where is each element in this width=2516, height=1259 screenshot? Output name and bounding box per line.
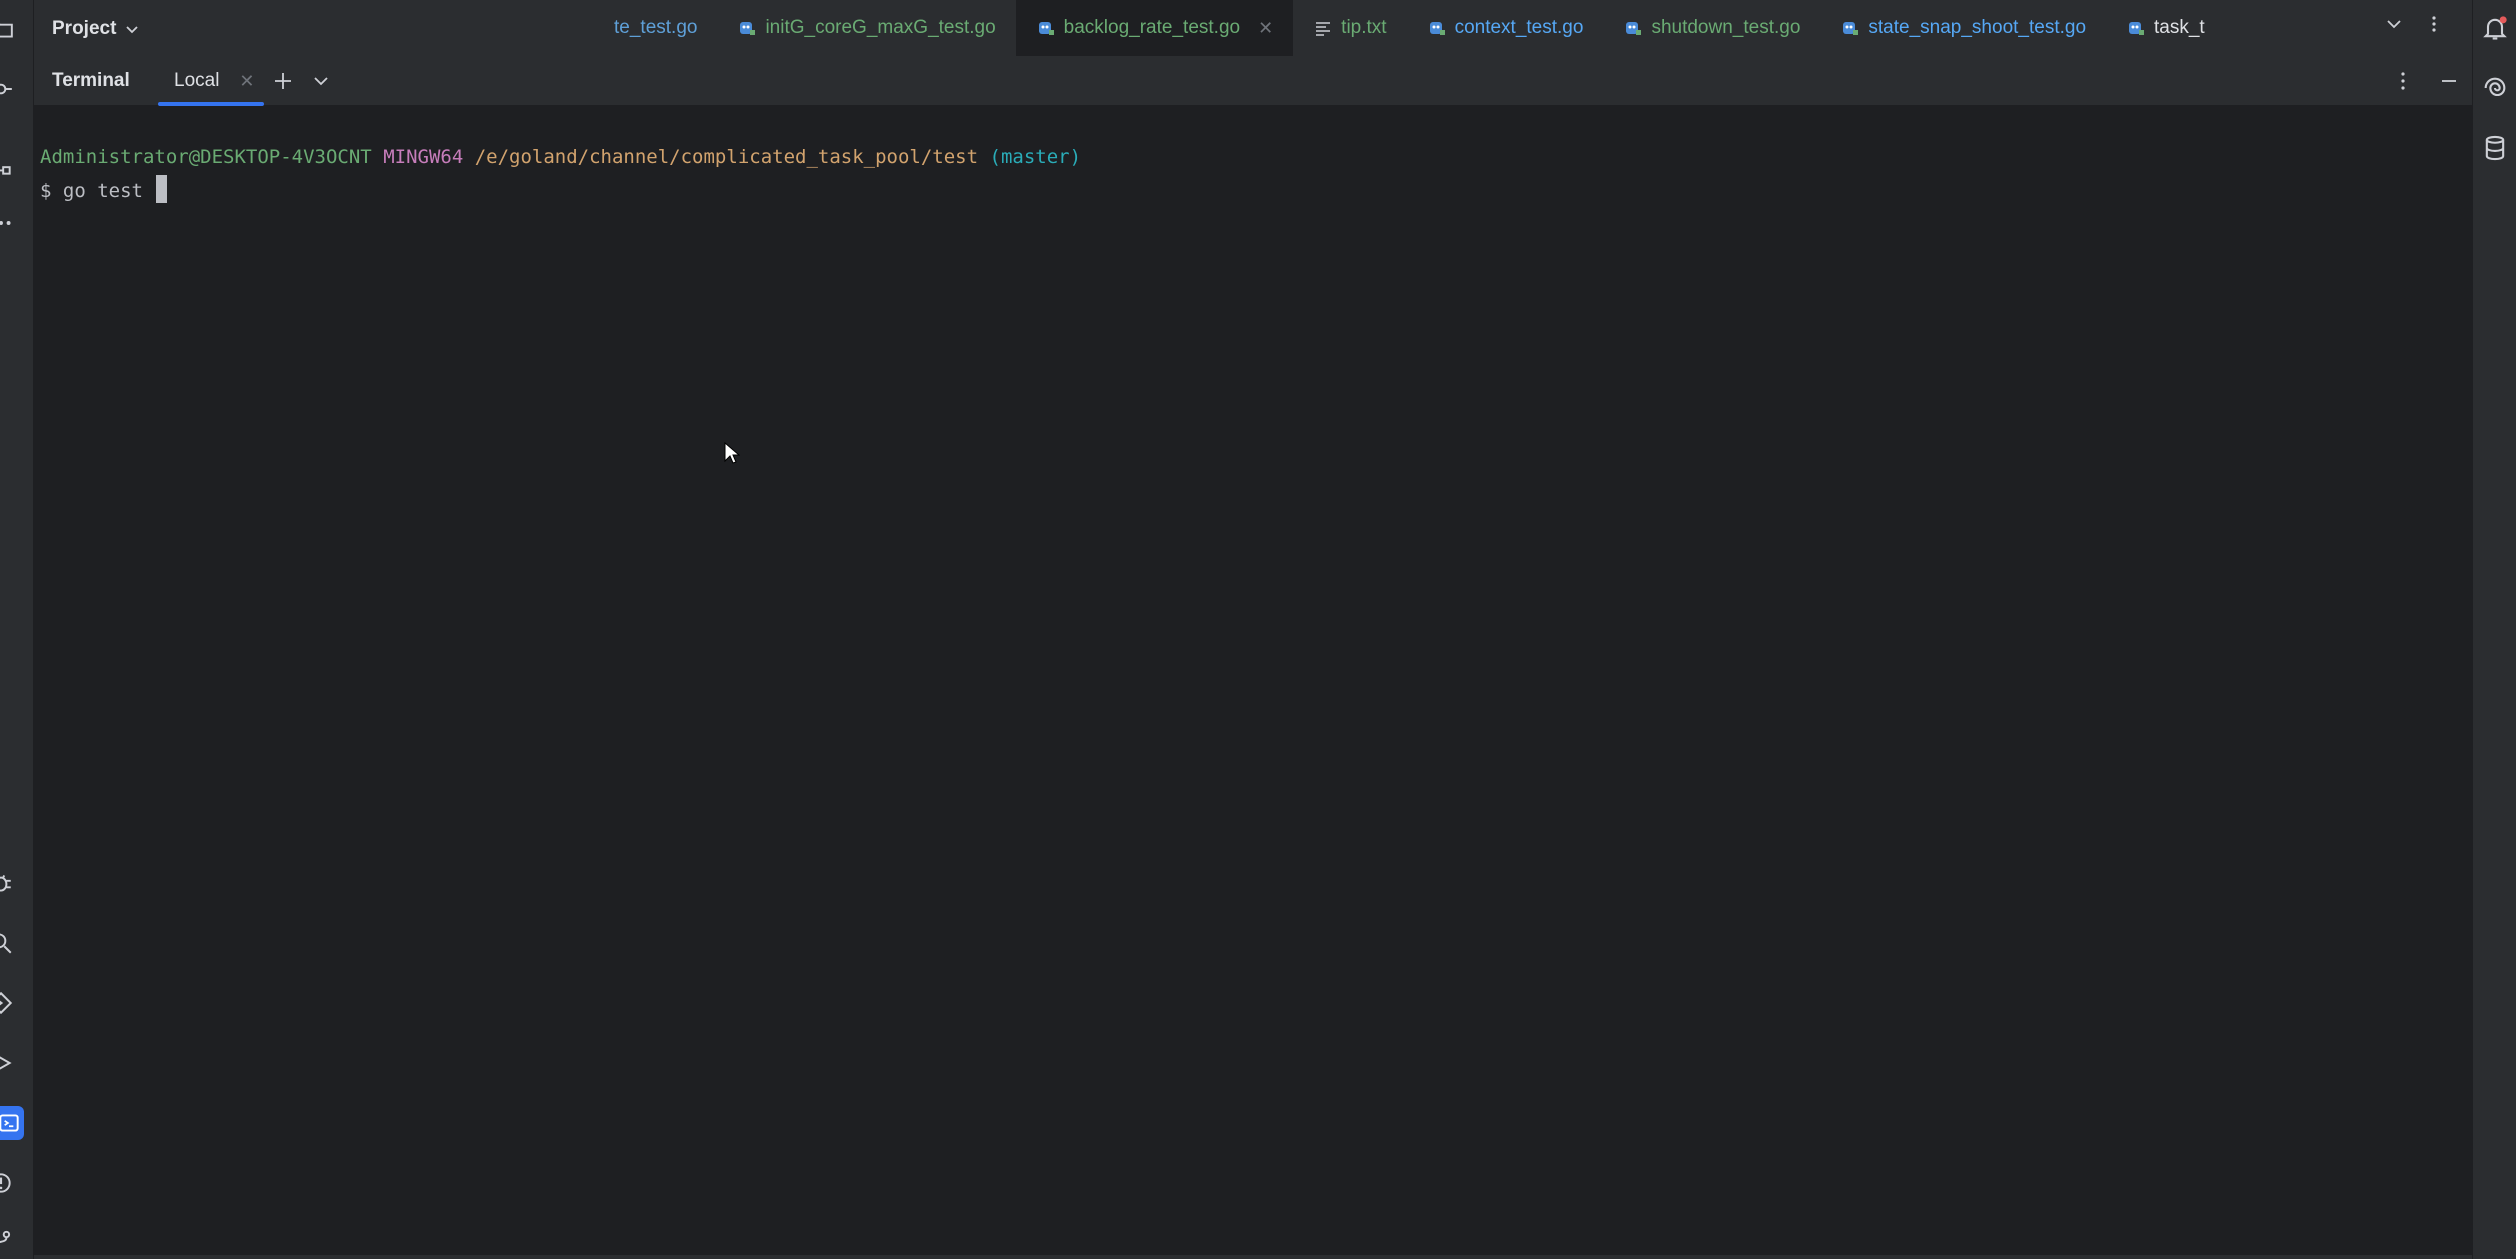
prompt-shell: MINGW64 xyxy=(383,146,464,168)
editor-tab-active[interactable]: backlog_rate_test.go ✕ xyxy=(1015,0,1294,56)
editor-tab-label: state_snap_shoot_test.go xyxy=(1868,17,2087,38)
editor-tab[interactable]: task_t xyxy=(2106,0,2256,56)
text-file-icon xyxy=(1316,22,1331,36)
terminal-header-actions xyxy=(2392,70,2460,92)
go-test-file-icon xyxy=(1843,22,1859,35)
terminal-icon[interactable] xyxy=(0,1106,24,1140)
terminal-tab-label: Local xyxy=(174,70,220,91)
search-icon[interactable] xyxy=(0,930,14,956)
editor-tab[interactable]: state_snap_shoot_test.go xyxy=(1820,0,2106,56)
structure-icon[interactable] xyxy=(0,152,14,178)
close-icon[interactable]: ✕ xyxy=(239,71,254,92)
bottom-border xyxy=(34,1255,2472,1259)
run-icon[interactable] xyxy=(0,1050,14,1076)
close-icon[interactable]: ✕ xyxy=(1258,18,1273,39)
debug-icon[interactable] xyxy=(0,870,14,896)
minimize-icon[interactable] xyxy=(2438,70,2460,92)
ai-assistant-icon[interactable] xyxy=(2481,74,2509,102)
editor-tab-label: te_test.go xyxy=(614,17,698,38)
database-icon[interactable] xyxy=(2481,134,2509,162)
go-test-file-icon xyxy=(1038,22,1054,35)
more-vertical-icon[interactable] xyxy=(2392,70,2414,92)
services-icon[interactable] xyxy=(0,990,14,1016)
commit-icon[interactable] xyxy=(0,76,14,102)
editor-tab[interactable]: shutdown_test.go xyxy=(1603,0,1820,56)
editor-tab-label: tip.txt xyxy=(1341,17,1387,38)
terminal-header: Terminal Local ✕ xyxy=(34,56,2472,106)
chevron-down-icon xyxy=(126,26,139,34)
text-cursor xyxy=(156,175,168,203)
prompt-path: /e/goland/channel/complicated_task_pool/… xyxy=(474,146,979,168)
editor-tab-label: shutdown_test.go xyxy=(1651,17,1801,38)
project-label: Project xyxy=(52,18,117,39)
terminal-tab-local[interactable]: Local ✕ xyxy=(158,56,264,106)
editor-tab-label: backlog_rate_test.go xyxy=(1063,17,1241,38)
left-tool-strip xyxy=(0,0,34,1259)
editor-tab[interactable]: initG_coreG_maxG_test.go xyxy=(717,0,1015,56)
chevron-down-icon[interactable] xyxy=(2384,14,2404,34)
notifications-icon[interactable] xyxy=(2481,14,2509,42)
go-test-file-icon xyxy=(740,22,756,35)
prompt-line: Administrator@DESKTOP-4V3OCNT MINGW64 /e… xyxy=(40,140,1081,174)
command-text: go test xyxy=(62,180,155,202)
mouse-pointer-icon xyxy=(724,442,740,464)
more-tools-icon[interactable] xyxy=(0,210,14,236)
editor-tab[interactable]: context_test.go xyxy=(1407,0,1604,56)
editor-tab[interactable]: te_test.go xyxy=(614,0,717,56)
project-folder-icon[interactable] xyxy=(0,16,14,42)
git-icon[interactable] xyxy=(0,1228,14,1254)
terminal-title: Terminal xyxy=(52,70,130,91)
editor-tab-label: initG_coreG_maxG_test.go xyxy=(765,17,996,38)
prompt-user-host: Administrator@DESKTOP-4V3OCNT xyxy=(40,146,372,168)
chevron-down-icon[interactable] xyxy=(310,70,332,92)
project-dropdown[interactable]: Project xyxy=(52,14,140,44)
command-line[interactable]: $ go test xyxy=(40,174,168,208)
tab-overflow-controls xyxy=(2384,14,2444,34)
prompt-branch: (master) xyxy=(989,146,1082,168)
prompt-symbol: $ xyxy=(40,180,52,202)
go-test-file-icon xyxy=(1429,22,1445,35)
editor-tab-bar: Project te_test.go initG_coreG_maxG_test… xyxy=(34,0,2472,56)
editor-tab[interactable]: tip.txt xyxy=(1293,0,1406,56)
problems-icon[interactable] xyxy=(0,1170,14,1196)
more-vertical-icon[interactable] xyxy=(2424,14,2444,34)
editor-tabs: te_test.go initG_coreG_maxG_test.go back… xyxy=(614,0,2256,56)
go-test-file-icon xyxy=(2129,22,2145,35)
plus-icon[interactable] xyxy=(270,68,296,94)
go-test-file-icon xyxy=(1626,22,1642,35)
editor-tab-label: context_test.go xyxy=(1454,17,1584,38)
terminal-output[interactable]: Administrator@DESKTOP-4V3OCNT MINGW64 /e… xyxy=(34,106,2472,1259)
right-tool-strip xyxy=(2472,0,2516,1259)
editor-tab-label: task_t xyxy=(2154,17,2205,38)
